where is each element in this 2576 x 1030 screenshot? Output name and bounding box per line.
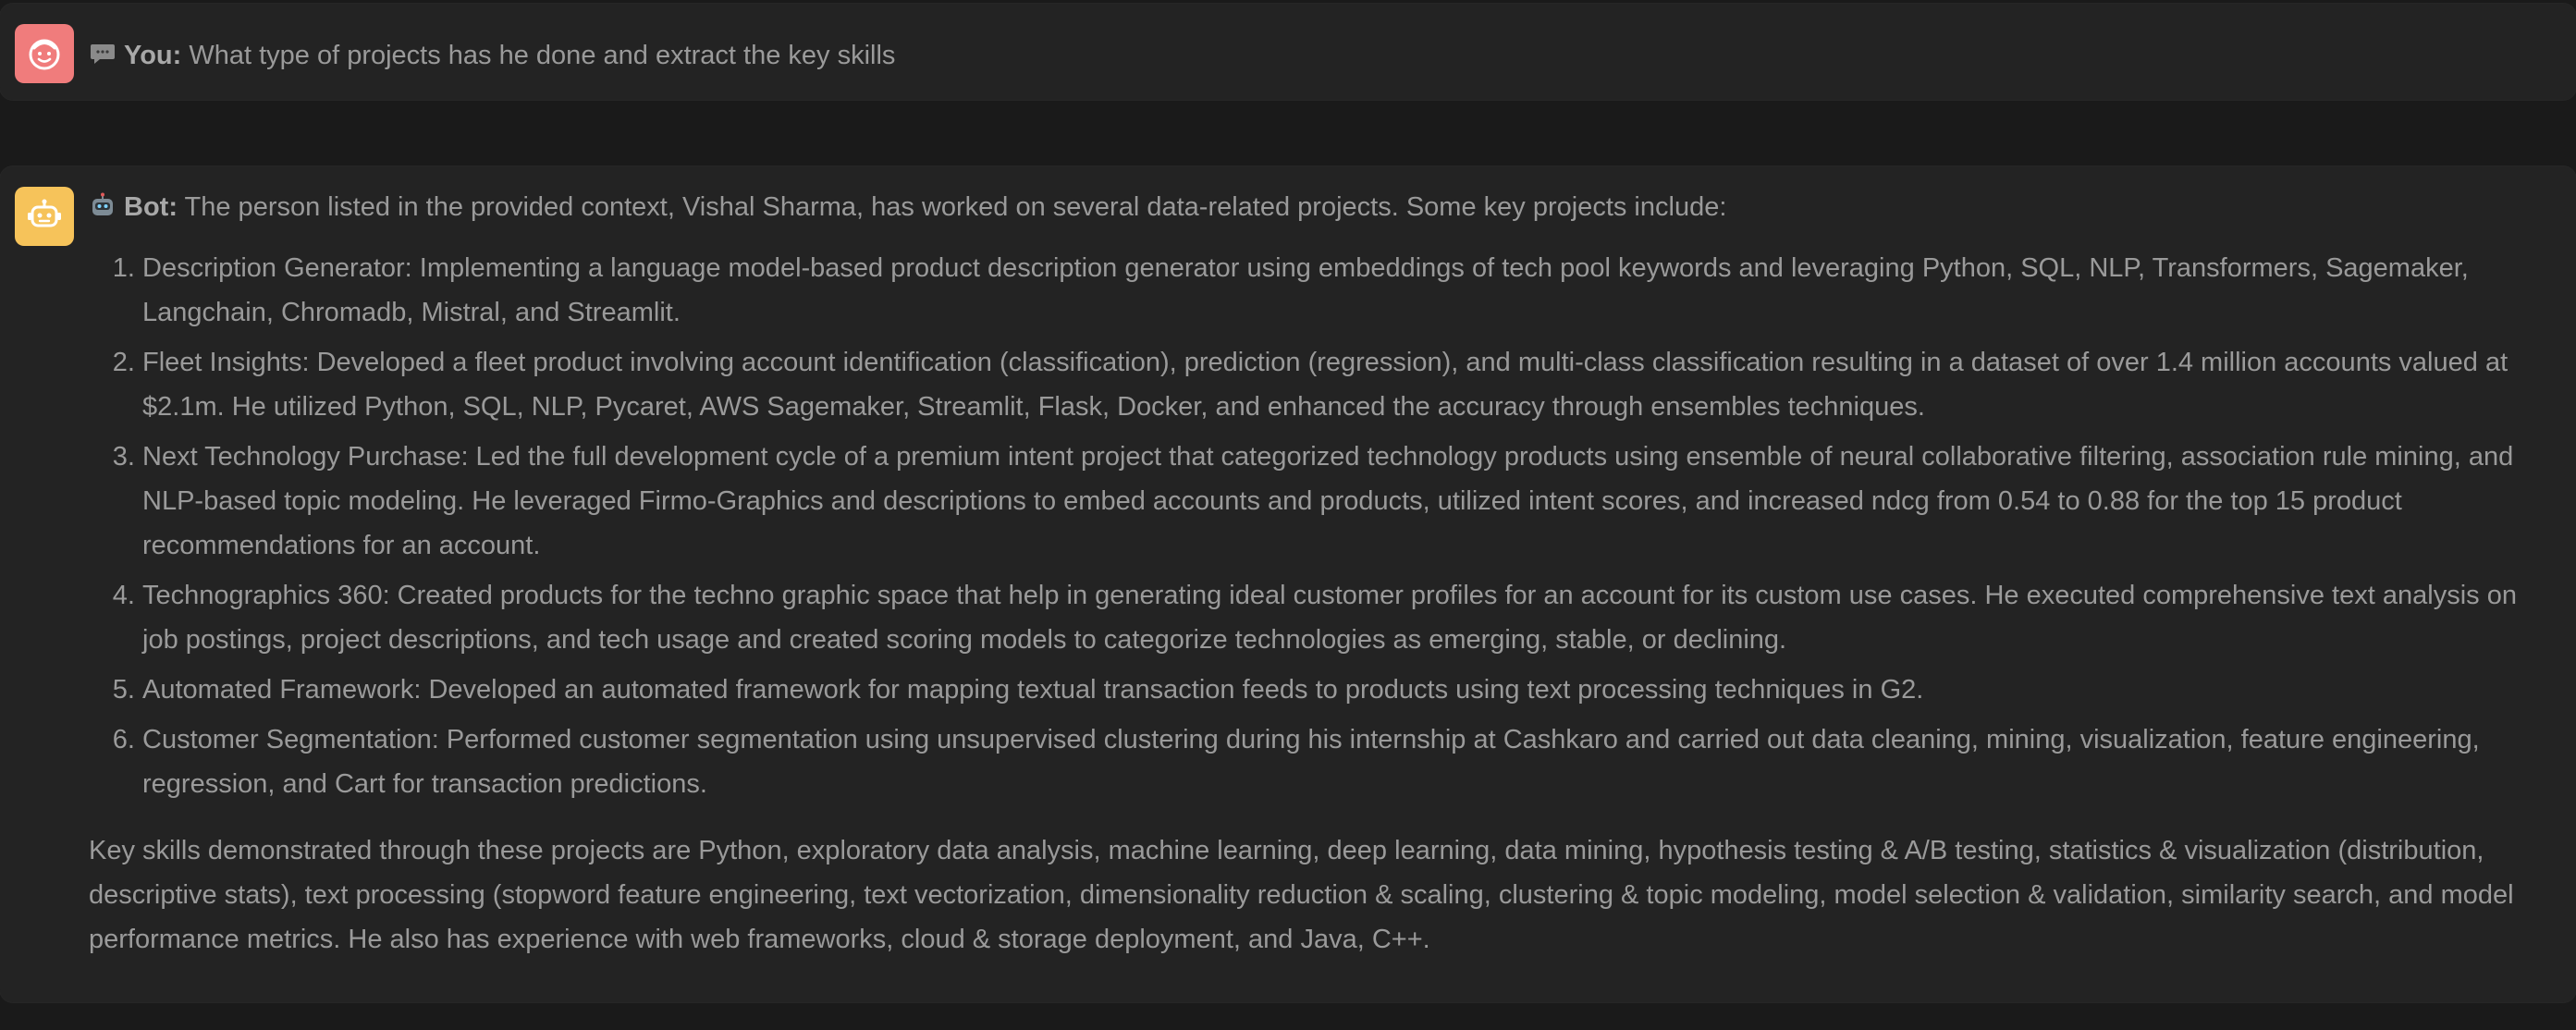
user-role-label: You: bbox=[124, 41, 182, 70]
list-item: Automated Framework: Developed an automa… bbox=[142, 668, 2556, 712]
bot-role-label: Bot: bbox=[124, 192, 178, 222]
user-avatar bbox=[15, 24, 74, 83]
list-item: Technographics 360: Created products for… bbox=[142, 573, 2556, 662]
robot-icon bbox=[28, 199, 61, 227]
smiling-face-icon bbox=[29, 39, 60, 70]
list-item: Next Technology Purchase: Led the full d… bbox=[142, 435, 2556, 568]
list-item: Customer Segmentation: Performed custome… bbox=[142, 717, 2556, 806]
bot-avatar bbox=[15, 187, 74, 246]
user-message: You: What type of projects has he done a… bbox=[0, 4, 2576, 100]
robot-face-icon bbox=[92, 192, 113, 215]
user-message-text: What type of projects has he done and ex… bbox=[189, 41, 896, 70]
list-item: Fleet Insights: Developed a fleet produc… bbox=[142, 340, 2556, 429]
projects-list: Description Generator: Implementing a la… bbox=[89, 246, 2556, 806]
bot-intro-text: The person listed in the provided contex… bbox=[184, 192, 1727, 222]
chat-container: You: What type of projects has he done a… bbox=[0, 0, 2576, 1030]
list-item: Description Generator: Implementing a la… bbox=[142, 246, 2556, 335]
key-skills-summary: Key skills demonstrated through these pr… bbox=[89, 836, 2514, 954]
speech-bubble-icon bbox=[91, 44, 115, 64]
bot-message: Bot: The person listed in the provided c… bbox=[0, 166, 2576, 1002]
